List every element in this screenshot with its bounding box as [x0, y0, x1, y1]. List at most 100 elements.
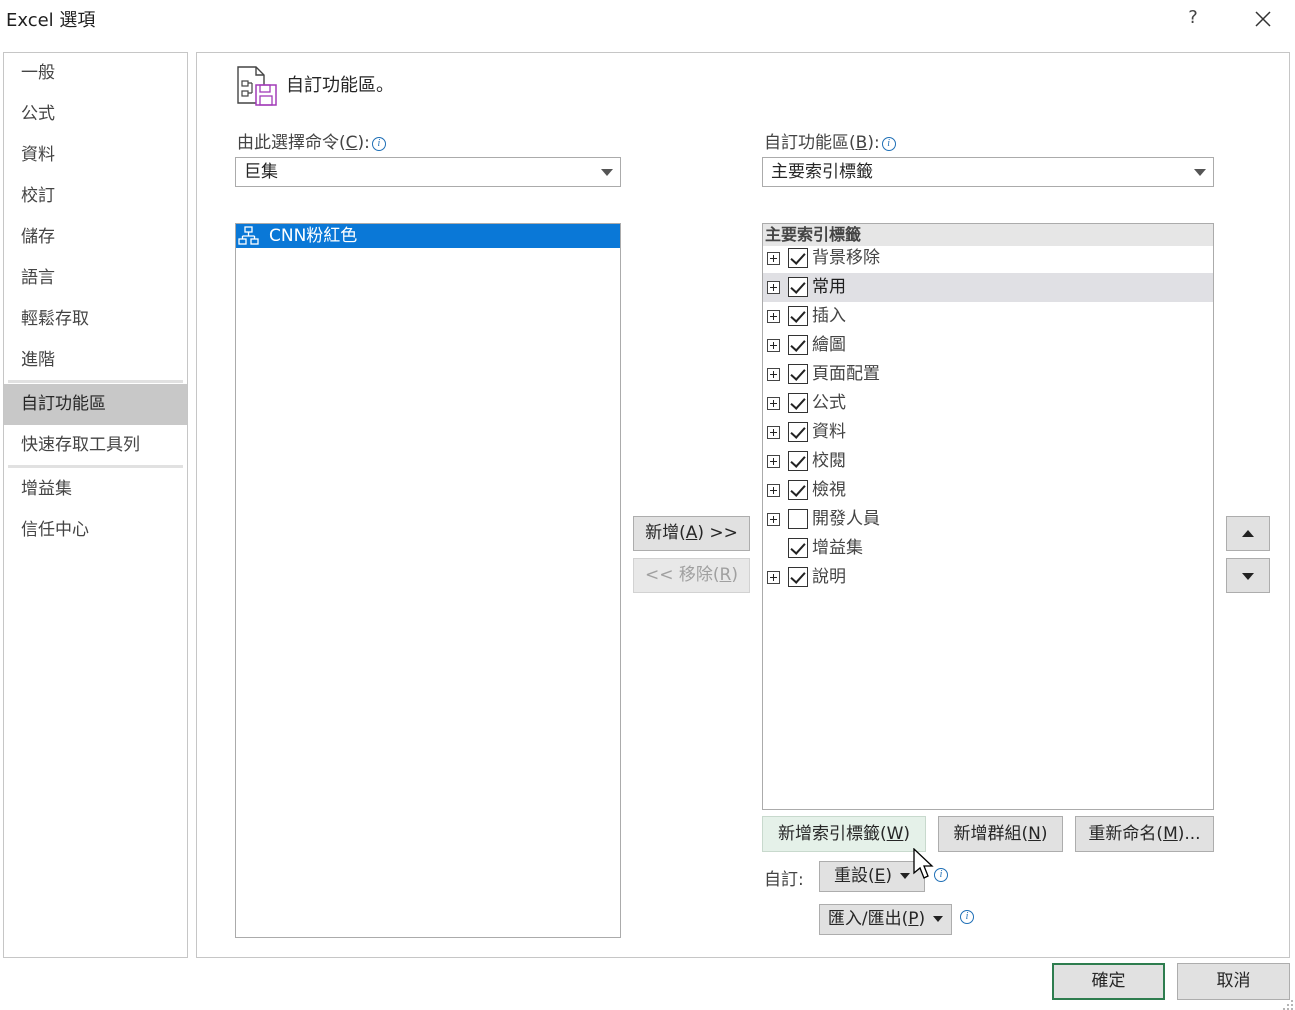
chevron-down-icon	[933, 916, 944, 922]
tab-checkbox[interactable]	[788, 393, 808, 413]
tab-checkbox[interactable]	[788, 306, 808, 326]
macro-icon	[238, 226, 260, 246]
info-icon[interactable]: i	[960, 910, 974, 924]
tree-item-label: 公式	[812, 393, 846, 413]
tab-checkbox[interactable]	[788, 364, 808, 384]
customize-ribbon-label: 自訂功能區(B): i	[764, 128, 896, 153]
commands-list[interactable]	[235, 223, 621, 938]
nav-item-advanced[interactable]: 進階	[4, 340, 187, 381]
expand-icon[interactable]	[767, 397, 780, 410]
customizations-label: 自訂:	[764, 870, 804, 890]
chevron-down-icon	[900, 873, 911, 879]
tree-item[interactable]: 插入	[763, 302, 1213, 331]
tree-item[interactable]: 增益集	[763, 534, 1213, 563]
expand-icon[interactable]	[767, 426, 780, 439]
tree-item-label: 檢視	[812, 480, 846, 500]
mouse-cursor-icon	[912, 847, 936, 882]
title-bar: Excel 選項 ?	[0, 0, 1295, 40]
tree-item[interactable]: 開發人員	[763, 505, 1213, 534]
tree-item[interactable]: 公式	[763, 389, 1213, 418]
tree-item[interactable]: 校閱	[763, 447, 1213, 476]
expand-icon[interactable]	[767, 455, 780, 468]
tab-checkbox[interactable]	[788, 567, 808, 587]
rename-button[interactable]: 重新命名(M)...	[1075, 816, 1214, 852]
expand-icon[interactable]	[767, 252, 780, 265]
tab-checkbox[interactable]	[788, 248, 808, 268]
choose-commands-value: 巨集	[244, 162, 278, 182]
tree-item-label: 資料	[812, 422, 846, 442]
tree-item-label: 增益集	[812, 538, 863, 558]
tree-item-label: 校閱	[812, 451, 846, 471]
choose-commands-label: 由此選擇命令(C): i	[237, 128, 386, 153]
nav-item-quick-access-toolbar[interactable]: 快速存取工具列	[4, 425, 187, 466]
new-group-button[interactable]: 新增群組(N)	[938, 816, 1063, 852]
options-nav: 一般 公式 資料 校訂 儲存 語言 輕鬆存取 進階 自訂功能區 快速存取工具列 …	[3, 52, 188, 958]
list-item-macro[interactable]: CNN粉紅色	[236, 224, 620, 248]
tree-item-label: 開發人員	[812, 509, 880, 529]
chevron-down-icon	[601, 169, 613, 176]
tab-checkbox[interactable]	[788, 538, 808, 558]
tree-item[interactable]: 背景移除	[763, 244, 1213, 273]
tree-item-label: 繪圖	[812, 335, 846, 355]
nav-item-accessibility[interactable]: 輕鬆存取	[4, 299, 187, 340]
tab-checkbox[interactable]	[788, 335, 808, 355]
move-up-button[interactable]	[1226, 516, 1270, 551]
tree-item[interactable]: 說明	[763, 563, 1213, 592]
nav-item-data[interactable]: 資料	[4, 135, 187, 176]
arrow-up-icon	[1242, 530, 1254, 537]
close-icon[interactable]	[1248, 4, 1278, 34]
info-icon[interactable]: i	[934, 868, 948, 882]
move-down-button[interactable]	[1226, 558, 1270, 593]
add-button[interactable]: 新增(A) >>	[633, 516, 750, 551]
expand-icon[interactable]	[767, 513, 780, 526]
nav-divider	[8, 380, 183, 383]
expand-icon[interactable]	[767, 571, 780, 584]
expand-icon[interactable]	[767, 339, 780, 352]
help-button[interactable]: ?	[1178, 4, 1208, 34]
nav-item-formulas[interactable]: 公式	[4, 94, 187, 135]
customize-ribbon-icon	[234, 63, 280, 109]
nav-item-customize-ribbon[interactable]: 自訂功能區	[4, 384, 187, 425]
ok-button[interactable]: 確定	[1052, 963, 1165, 1000]
arrow-down-icon	[1242, 573, 1254, 580]
tree-item-label: 背景移除	[812, 248, 880, 268]
window-title: Excel 選項	[6, 10, 96, 31]
customize-ribbon-dropdown[interactable]: 主要索引標籤	[762, 157, 1214, 187]
nav-item-add-ins[interactable]: 增益集	[4, 469, 187, 510]
tab-checkbox[interactable]	[788, 480, 808, 500]
info-icon[interactable]: i	[881, 137, 896, 151]
tree-item[interactable]: 繪圖	[763, 331, 1213, 360]
nav-item-save[interactable]: 儲存	[4, 217, 187, 258]
nav-item-trust-center[interactable]: 信任中心	[4, 510, 187, 551]
expand-icon[interactable]	[767, 484, 780, 497]
page-title: 自訂功能區。	[286, 75, 394, 96]
info-icon[interactable]: i	[371, 137, 386, 151]
tab-checkbox[interactable]	[788, 509, 808, 529]
expand-icon[interactable]	[767, 368, 780, 381]
expand-icon[interactable]	[767, 310, 780, 323]
resize-grip-icon[interactable]	[1280, 996, 1294, 1010]
tree-item-label: 說明	[812, 567, 846, 587]
cancel-button[interactable]: 取消	[1177, 963, 1290, 1000]
tree-item-label: 常用	[812, 277, 846, 297]
nav-item-general[interactable]: 一般	[4, 53, 187, 94]
choose-commands-dropdown[interactable]: 巨集	[235, 157, 621, 187]
tab-checkbox[interactable]	[788, 277, 808, 297]
tree-item[interactable]: 資料	[763, 418, 1213, 447]
tab-checkbox[interactable]	[788, 451, 808, 471]
new-tab-button[interactable]: 新增索引標籤(W)	[762, 816, 926, 852]
tree-item[interactable]: 常用	[763, 273, 1213, 302]
tree-header: 主要索引標籤	[763, 224, 1213, 246]
tree-item[interactable]: 頁面配置	[763, 360, 1213, 389]
remove-button[interactable]: << 移除(R)	[633, 558, 750, 593]
tree-item-label: 頁面配置	[812, 364, 880, 384]
nav-divider	[8, 465, 183, 468]
reset-dropdown-button[interactable]: 重設(E)	[819, 861, 925, 892]
tab-checkbox[interactable]	[788, 422, 808, 442]
nav-item-proofing[interactable]: 校訂	[4, 176, 187, 217]
nav-item-language[interactable]: 語言	[4, 258, 187, 299]
tree-item[interactable]: 檢視	[763, 476, 1213, 505]
import-export-dropdown-button[interactable]: 匯入/匯出(P)	[819, 904, 952, 935]
expand-icon[interactable]	[767, 281, 780, 294]
customize-ribbon-value: 主要索引標籤	[771, 162, 873, 182]
